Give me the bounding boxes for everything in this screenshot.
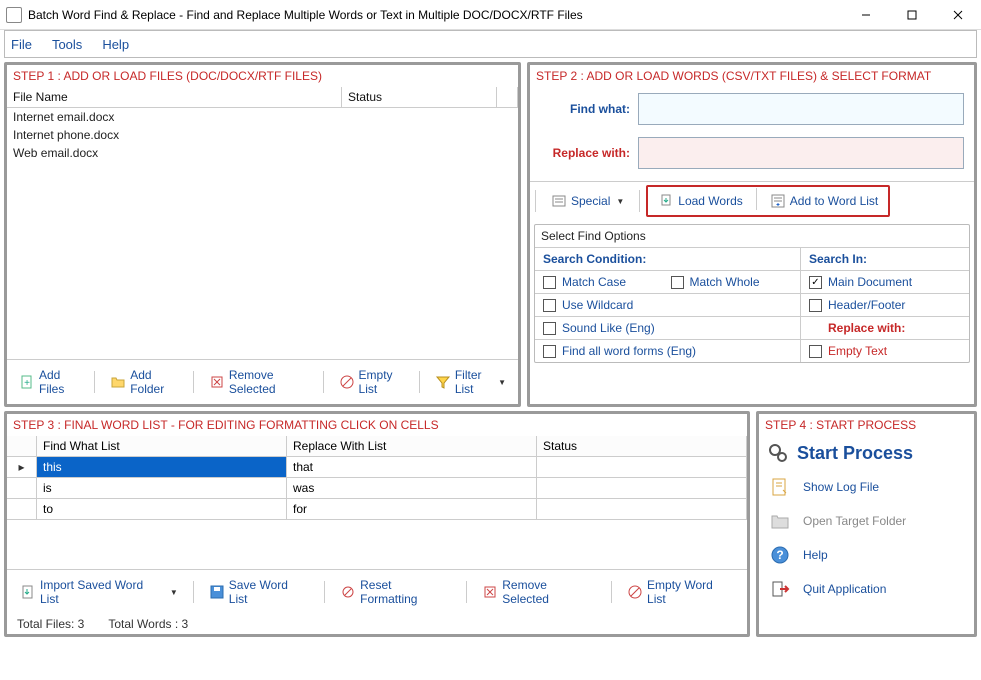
menubar: File Tools Help: [4, 30, 977, 58]
step1-file-list[interactable]: Internet email.docx Internet phone.docx …: [7, 108, 518, 359]
search-condition-header: Search Condition:: [535, 248, 800, 271]
match-whole-checkbox[interactable]: [671, 276, 684, 289]
empty-icon: [339, 374, 355, 390]
help-icon: ?: [769, 544, 791, 566]
filter-icon: [435, 374, 451, 390]
col-file-name[interactable]: File Name: [7, 87, 342, 107]
col-find-what[interactable]: Find What List: [37, 436, 287, 456]
total-words: Total Words : 3: [108, 617, 188, 631]
title-bar: Batch Word Find & Replace - Find and Rep…: [0, 0, 981, 30]
status-bar: Total Files: 3 Total Words : 3: [7, 614, 747, 634]
remove-selected-word-button[interactable]: Remove Selected: [473, 573, 605, 611]
open-target-folder-button[interactable]: Open Target Folder: [759, 504, 974, 538]
word-list-header: Find What List Replace With List Status: [7, 436, 747, 457]
folder-icon: [110, 374, 126, 390]
filter-list-button[interactable]: Filter List▼: [426, 363, 515, 401]
word-list-grid[interactable]: ▸ this that is was to for: [7, 457, 747, 569]
import-word-list-button[interactable]: Import Saved Word List▼: [11, 573, 187, 611]
use-wildcard-checkbox[interactable]: [543, 299, 556, 312]
empty-text-checkbox[interactable]: [809, 345, 822, 358]
replace-with-input[interactable]: [638, 137, 964, 169]
close-button[interactable]: [935, 0, 981, 30]
minimize-button[interactable]: [843, 0, 889, 30]
gears-icon: [767, 442, 789, 464]
app-icon: [6, 7, 22, 23]
step1-toolbar: +Add Files Add Folder Remove Selected Em…: [7, 359, 518, 404]
col-status[interactable]: Status: [537, 436, 747, 456]
word-list-row[interactable]: ▸ this that: [7, 457, 747, 478]
remove-icon: [482, 584, 498, 600]
start-process-button[interactable]: Start Process: [759, 436, 974, 470]
step1-table-header: File Name Status: [7, 87, 518, 108]
empty-icon: [627, 584, 643, 600]
help-button[interactable]: ? Help: [759, 538, 974, 572]
quit-application-button[interactable]: Quit Application: [759, 572, 974, 606]
find-options-title: Select Find Options: [535, 225, 969, 248]
search-in-header: Search In:: [801, 248, 969, 271]
total-files: Total Files: 3: [17, 617, 84, 631]
step3-toolbar: Import Saved Word List▼ Save Word List R…: [7, 569, 747, 614]
add-to-word-list-button[interactable]: Add to Word List: [761, 188, 888, 214]
save-icon: [209, 584, 225, 600]
show-log-file-button[interactable]: Show Log File: [759, 470, 974, 504]
maximize-button[interactable]: [889, 0, 935, 30]
remove-icon: [209, 374, 225, 390]
word-list-row[interactable]: to for: [7, 499, 747, 520]
quit-icon: [769, 578, 791, 600]
step3-panel: STEP 3 : FINAL WORD LIST - FOR EDITING F…: [4, 411, 750, 637]
chevron-down-icon: ▼: [498, 378, 506, 387]
find-what-label: Find what:: [540, 102, 630, 116]
menu-help[interactable]: Help: [102, 37, 129, 52]
special-icon: [551, 193, 567, 209]
log-icon: [769, 476, 791, 498]
step4-title: STEP 4 : START PROCESS: [759, 414, 974, 436]
chevron-down-icon: ▼: [616, 197, 624, 206]
empty-word-list-button[interactable]: Empty Word List: [618, 573, 743, 611]
window-title: Batch Word Find & Replace - Find and Rep…: [28, 8, 843, 22]
file-row[interactable]: Web email.docx: [7, 144, 518, 162]
file-row[interactable]: Internet email.docx: [7, 108, 518, 126]
step3-title: STEP 3 : FINAL WORD LIST - FOR EDITING F…: [7, 414, 747, 436]
step2-panel: STEP 2 : ADD OR LOAD WORDS (CSV/TXT FILE…: [527, 62, 977, 407]
step2-title: STEP 2 : ADD OR LOAD WORDS (CSV/TXT FILE…: [530, 65, 974, 87]
folder-open-icon: [769, 510, 791, 532]
reset-formatting-button[interactable]: Reset Formatting: [331, 573, 460, 611]
replace-with-header: Replace with:: [828, 321, 905, 335]
step1-panel: STEP 1 : ADD OR LOAD FILES (DOC/DOCX/RTF…: [4, 62, 521, 407]
sound-like-checkbox[interactable]: [543, 322, 556, 335]
add-folder-button[interactable]: Add Folder: [101, 363, 187, 401]
col-status[interactable]: Status: [342, 87, 497, 107]
file-row[interactable]: Internet phone.docx: [7, 126, 518, 144]
add-files-button[interactable]: +Add Files: [10, 363, 88, 401]
svg-text:?: ?: [776, 548, 783, 562]
svg-text:+: +: [24, 378, 30, 389]
chevron-down-icon: ▼: [170, 588, 178, 597]
step1-title: STEP 1 : ADD OR LOAD FILES (DOC/DOCX/RTF…: [7, 65, 518, 87]
import-icon: [20, 584, 36, 600]
replace-with-label: Replace with:: [540, 146, 630, 160]
special-button[interactable]: Special▼: [542, 188, 633, 214]
row-marker-icon: ▸: [7, 457, 37, 477]
menu-tools[interactable]: Tools: [52, 37, 82, 52]
find-options-panel: Select Find Options Search Condition: Ma…: [534, 224, 970, 363]
step2-toolbar: Special▼ Load Words Add to Word List: [530, 181, 974, 220]
word-list-row[interactable]: is was: [7, 478, 747, 499]
remove-selected-button[interactable]: Remove Selected: [200, 363, 317, 401]
add-file-icon: +: [19, 374, 35, 390]
menu-file[interactable]: File: [11, 37, 32, 52]
all-word-forms-checkbox[interactable]: [543, 345, 556, 358]
reset-icon: [340, 584, 356, 600]
main-document-checkbox[interactable]: ✓: [809, 276, 822, 289]
col-replace-with[interactable]: Replace With List: [287, 436, 537, 456]
header-footer-checkbox[interactable]: [809, 299, 822, 312]
add-list-icon: [770, 193, 786, 209]
match-case-checkbox[interactable]: [543, 276, 556, 289]
step4-panel: STEP 4 : START PROCESS Start Process Sho…: [756, 411, 977, 637]
load-words-button[interactable]: Load Words: [649, 188, 751, 214]
highlighted-toolbar-group: Load Words Add to Word List: [646, 185, 890, 217]
find-what-input[interactable]: [638, 93, 964, 125]
empty-list-button[interactable]: Empty List: [330, 363, 413, 401]
load-icon: [658, 193, 674, 209]
save-word-list-button[interactable]: Save Word List: [200, 573, 318, 611]
